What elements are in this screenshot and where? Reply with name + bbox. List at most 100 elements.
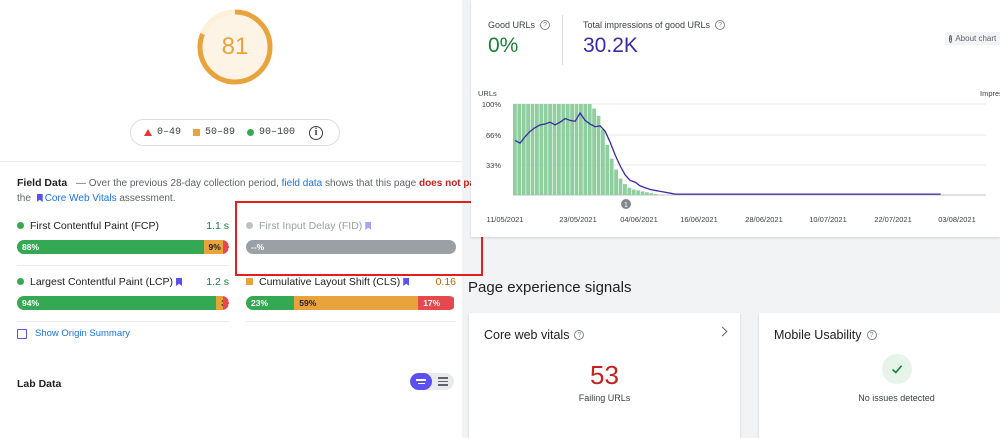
bar: [539, 104, 544, 195]
bar: [653, 194, 658, 195]
card-title: Core web vitals: [484, 328, 570, 342]
legend-average-range: 50–89: [205, 127, 236, 138]
x-tick-label: 16/06/2021: [680, 215, 718, 224]
show-origin-summary-checkbox[interactable]: Show Origin Summary: [17, 328, 130, 339]
checkbox-icon[interactable]: [17, 328, 27, 339]
view-toggle[interactable]: [410, 373, 454, 390]
info-icon[interactable]: i: [309, 125, 324, 140]
root: 81 0–49 50–89 90–100 i Field Data — Over…: [0, 0, 1000, 438]
bar: [614, 169, 618, 195]
bar: [526, 104, 530, 195]
average-square-icon: [193, 129, 201, 136]
highlight-box: [235, 201, 483, 276]
impressions-line: [514, 111, 941, 195]
needs-improvement-segment: 9%: [203, 240, 223, 254]
divider: [17, 321, 229, 322]
urls-chart[interactable]: 100% 66% 33% 1 11/05/2021 23/05/2021 04/06/202…: [471, 90, 1000, 236]
metric-value: 1.1 s: [206, 220, 229, 232]
divider: [246, 321, 456, 322]
bar: [618, 178, 623, 195]
bar: [548, 104, 552, 195]
help-icon[interactable]: ?: [574, 330, 585, 340]
bar: [552, 104, 557, 195]
summary-view-icon[interactable]: [410, 373, 432, 390]
field-data-title: Field Data: [17, 177, 68, 189]
distribution-bar: 94% 3% 3%: [17, 296, 229, 310]
failing-urls-count: 53: [590, 360, 619, 390]
good-segment: 94%: [17, 296, 217, 310]
help-icon[interactable]: ?: [715, 20, 726, 30]
bookmark-icon: [403, 278, 410, 286]
poor-segment: 3%: [222, 296, 229, 310]
pagespeed-panel: 81 0–49 50–89 90–100 i Field Data — Over…: [0, 0, 486, 438]
bar: [605, 144, 610, 195]
bar: [557, 104, 561, 195]
x-tick-label: 28/06/2021: [745, 215, 783, 224]
y-tick-label: 66%: [486, 131, 501, 140]
bar: [517, 104, 522, 195]
poor-segment: 3%: [222, 240, 229, 254]
about-chart-button[interactable]: i About chart: [945, 32, 1000, 45]
bar: [636, 190, 640, 195]
failing-urls-label: Failing URLs: [578, 393, 631, 403]
fail-triangle-icon: [144, 129, 152, 136]
bar: [649, 193, 654, 195]
bar: [609, 158, 614, 195]
lab-data-title: Lab Data: [17, 378, 62, 390]
pass-circle-icon: [17, 278, 24, 285]
x-tick-label: 22/07/2021: [874, 215, 912, 224]
divider: [17, 265, 229, 266]
metric-cls[interactable]: Cumulative Layout Shift (CLS) 0.16 23% 5…: [246, 276, 456, 310]
divider: [0, 161, 462, 162]
annotation-label: 1: [624, 202, 628, 209]
metric-name: First Contentful Paint (FCP): [30, 220, 159, 232]
pass-circle-icon: [17, 222, 24, 229]
mobile-usability-card[interactable]: Mobile Usability? No issues detected: [759, 313, 1000, 438]
bar: [623, 184, 627, 195]
pass-circle-icon: [247, 129, 255, 136]
y-tick-label: 100%: [482, 100, 502, 109]
bar: [579, 104, 583, 195]
metric-value: 0.16: [435, 276, 456, 288]
chevron-right-icon[interactable]: [717, 326, 728, 337]
bar: [543, 104, 548, 195]
core-web-vitals-link[interactable]: Core Web Vitals: [45, 193, 117, 204]
bar: [530, 104, 535, 195]
needs-improvement-segment: 59%: [294, 296, 419, 310]
x-tick-label: 23/05/2021: [559, 215, 597, 224]
bar: [631, 189, 636, 195]
poor-segment: 17%: [418, 296, 454, 310]
bar: [592, 108, 596, 195]
help-icon[interactable]: ?: [540, 20, 551, 30]
bar: [627, 187, 632, 195]
bookmark-icon: [176, 278, 182, 286]
distribution-bar: 88% 9% 3%: [17, 240, 229, 254]
list-view-icon[interactable]: [432, 373, 454, 390]
bar: [601, 129, 605, 195]
show-origin-label: Show Origin Summary: [35, 328, 131, 339]
bar: [645, 192, 649, 195]
impressions-label: Total impressions of good URLs?: [583, 20, 726, 30]
help-icon[interactable]: ?: [866, 330, 877, 340]
distribution-bar: 23% 59% 17%: [246, 296, 456, 310]
x-tick-label: 03/08/2021: [938, 215, 976, 224]
average-square-icon: [246, 278, 253, 285]
metric-fcp[interactable]: First Contentful Paint (FCP) 1.1 s 88% 9…: [17, 220, 229, 254]
good-urls-label: Good URLs?: [488, 20, 551, 30]
field-data-link[interactable]: field data: [282, 178, 323, 189]
info-icon: i: [949, 34, 953, 43]
score-legend: 0–49 50–89 90–100 i: [130, 119, 340, 146]
good-segment: 88%: [17, 240, 204, 254]
metric-name: Cumulative Layout Shift (CLS): [259, 276, 401, 288]
bar: [587, 104, 592, 195]
metric-lcp[interactable]: Largest Contentful Paint (LCP) 1.2 s 94%…: [17, 276, 229, 310]
bar: [535, 104, 539, 195]
bookmark-icon: [36, 194, 43, 202]
page-experience-title: Page experience signals: [468, 279, 632, 296]
bar: [561, 104, 566, 195]
metric-name: Largest Contentful Paint (LCP): [30, 276, 173, 288]
y-tick-label: 33%: [486, 161, 501, 170]
core-web-vitals-card[interactable]: Core web vitals? 53 Failing URLs: [469, 313, 740, 438]
bar: [596, 115, 601, 195]
bar: [521, 104, 526, 195]
